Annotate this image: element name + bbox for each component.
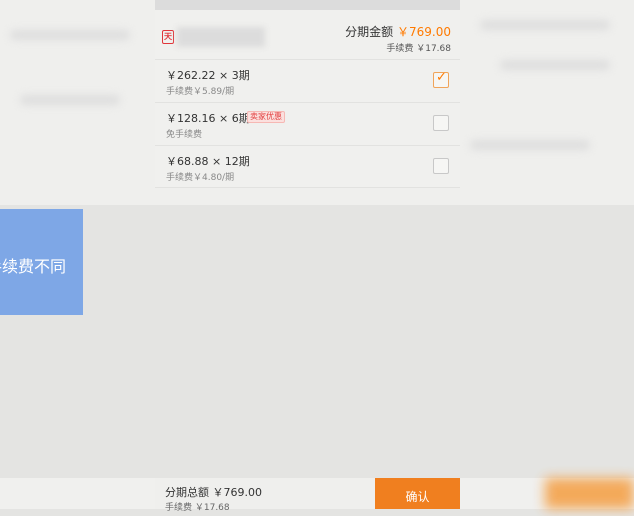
amount-value: ￥769.00 [397, 25, 451, 39]
background-blur [480, 20, 610, 30]
caption-text: 手续费不同 [0, 257, 67, 276]
installment-total: 分期总额 ￥769.00 [165, 486, 262, 499]
background-blur [470, 140, 590, 150]
bottom-bar: 分期总额 ￥769.00 手续费 ￥17.68 确认 [155, 478, 460, 513]
installment-option-6[interactable]: ￥128.16 × 6期 卖家优惠 免手续费 [155, 103, 460, 145]
option-checkbox[interactable]: ✓ [433, 70, 449, 88]
background-blur [10, 30, 130, 40]
divider [155, 187, 460, 188]
seller-discount-badge: 卖家优惠 [247, 111, 285, 123]
background-blur [545, 478, 634, 509]
installment-total-fee: 手续费 ￥17.68 [165, 503, 230, 513]
amount-label: 分期金额 [345, 25, 394, 39]
option-checkbox[interactable] [433, 158, 449, 174]
option-amount: ￥262.22 × 3期 [166, 69, 250, 82]
background-blur [20, 95, 120, 105]
installment-panel: 天 分期金额 ￥769.00 手续费 ￥17.68 ￥262.22 × 3期 手… [155, 0, 460, 188]
installment-option-12[interactable]: ￥68.88 × 12期 手续费￥4.80/期 [155, 146, 460, 188]
panel-top-bar [155, 0, 460, 10]
check-icon: ✓ [436, 70, 447, 85]
installment-option-3[interactable]: ￥262.22 × 3期 手续费￥5.89/期 ✓ [155, 60, 460, 102]
total-fee: 手续费 ￥17.68 [386, 44, 451, 54]
option-amount: ￥128.16 × 6期 [166, 112, 250, 125]
installment-amount: 分期金额 ￥769.00 [345, 23, 451, 40]
caption-overlay: 手续费不同 [0, 209, 83, 315]
option-amount: ￥68.88 × 12期 [166, 155, 250, 168]
option-fee: 免手续费 [166, 130, 203, 140]
background-blur [500, 60, 610, 70]
tmall-logo-icon: 天 [162, 30, 174, 44]
option-checkbox[interactable] [433, 115, 449, 131]
seller-name [177, 27, 265, 47]
option-fee: 手续费￥4.80/期 [166, 173, 235, 183]
confirm-button[interactable]: 确认 [375, 478, 460, 509]
option-fee: 手续费￥5.89/期 [166, 87, 235, 97]
